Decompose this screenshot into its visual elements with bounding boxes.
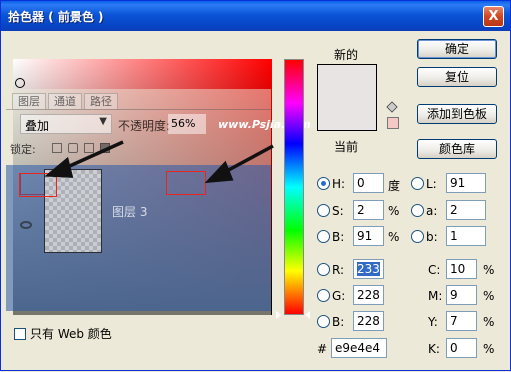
c-label: C:: [428, 263, 441, 277]
l-label: L:: [426, 177, 437, 191]
m-label: M:: [428, 289, 443, 303]
r-label: R:: [332, 263, 345, 277]
c-unit: %: [483, 263, 495, 277]
arrow-head-1: [44, 156, 74, 178]
radio-a[interactable]: [411, 204, 424, 217]
h-label: H:: [332, 177, 346, 191]
radio-r[interactable]: [317, 263, 330, 276]
arrow-line-1: [62, 140, 124, 171]
hex-label: #: [317, 342, 328, 356]
b-unit: %: [388, 230, 400, 244]
web-colors-checkbox[interactable]: [14, 328, 26, 340]
current-color-label: 当前: [334, 140, 359, 154]
k-input[interactable]: 0: [446, 338, 477, 358]
lab-b-input[interactable]: 1: [446, 226, 486, 246]
color-picker-dialog: 拾色器 ( 前景色 ) X 图层 通道 路径 叠加 ▼ 不透明度: 56% ww…: [0, 0, 511, 371]
g-input[interactable]: 228: [353, 285, 384, 305]
h-unit: 度: [388, 179, 401, 193]
arrow-line-2: [222, 144, 274, 175]
s-label: S:: [332, 204, 344, 218]
a-input[interactable]: 2: [446, 200, 486, 220]
radio-blue[interactable]: [317, 315, 330, 328]
hue-handle-left[interactable]: [276, 311, 281, 319]
a-label: a:: [426, 204, 438, 218]
radio-b[interactable]: [317, 230, 330, 243]
web-colors-label: 只有 Web 颜色: [30, 327, 112, 341]
k-label: K:: [428, 342, 440, 356]
s-unit: %: [388, 204, 400, 218]
hue-handle-right[interactable]: [305, 311, 310, 319]
m-unit: %: [483, 289, 495, 303]
k-unit: %: [483, 342, 495, 356]
arrow-head-2: [204, 160, 234, 184]
blue-input[interactable]: 228: [353, 311, 384, 331]
blue-label: B:: [332, 315, 345, 329]
radio-l[interactable]: [411, 177, 424, 190]
c-input[interactable]: 10: [446, 259, 477, 279]
y-label: Y:: [428, 315, 438, 329]
web-safe-swatch[interactable]: [387, 117, 399, 129]
new-color-label: 新的: [334, 48, 359, 62]
b-label: B:: [332, 230, 345, 244]
radio-g[interactable]: [317, 289, 330, 302]
color-libraries-button[interactable]: 颜色库: [417, 139, 497, 159]
radio-lab-b[interactable]: [411, 230, 424, 243]
r-input[interactable]: 233: [353, 259, 384, 279]
y-input[interactable]: 7: [446, 311, 477, 331]
lab-b-label: b:: [426, 230, 438, 244]
color-preview-swatch: [317, 64, 377, 131]
l-input[interactable]: 91: [446, 173, 486, 193]
radio-h[interactable]: [317, 177, 330, 190]
b-input[interactable]: 91: [353, 226, 384, 246]
y-unit: %: [483, 315, 495, 329]
m-input[interactable]: 9: [446, 285, 477, 305]
g-label: G:: [332, 289, 346, 303]
hue-slider[interactable]: [284, 59, 304, 315]
reset-button[interactable]: 复位: [417, 67, 497, 87]
s-input[interactable]: 2: [353, 200, 384, 220]
add-to-swatches-button[interactable]: 添加到色板: [417, 104, 497, 124]
radio-s[interactable]: [317, 204, 330, 217]
r-value: 233: [357, 262, 380, 276]
web-colors-row[interactable]: 只有 Web 颜色: [14, 325, 112, 342]
hex-input[interactable]: e9e4e4: [331, 338, 387, 358]
h-input[interactable]: 0: [353, 173, 384, 193]
ok-button[interactable]: 确定: [417, 39, 497, 59]
